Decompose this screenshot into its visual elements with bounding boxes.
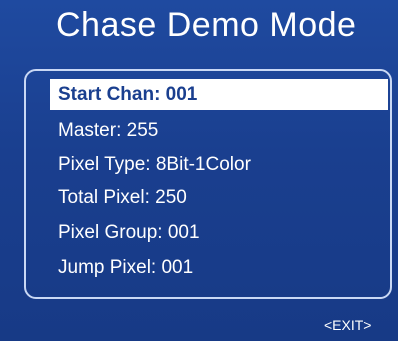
menu-item-start-chan[interactable]: Start Chan: 001 [50,79,388,110]
menu-item-pixel-type[interactable]: Pixel Type: 8Bit-1Color [58,154,251,176]
screen-title: Chase Demo Mode [56,6,357,44]
exit-button[interactable]: <EXIT> [324,317,371,333]
menu-item-pixel-group[interactable]: Pixel Group: 001 [58,222,200,244]
menu-item-total-pixel[interactable]: Total Pixel: 250 [58,187,187,209]
menu-item-jump-pixel[interactable]: Jump Pixel: 001 [58,257,193,279]
lcd-screen: Chase Demo Mode Start Chan: 001 Master: … [0,0,398,341]
menu-item-master[interactable]: Master: 255 [58,120,158,142]
